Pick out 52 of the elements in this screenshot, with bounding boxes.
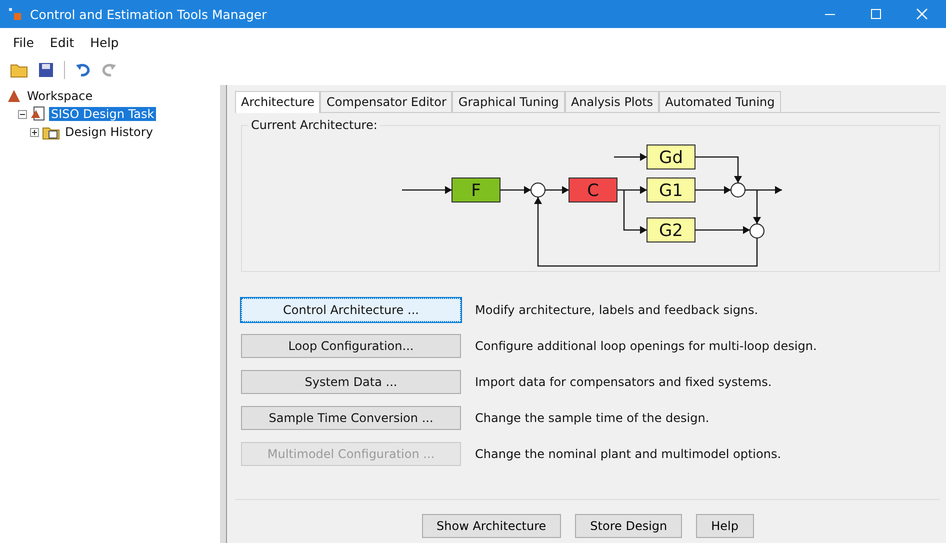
signal-arrow (545, 186, 569, 194)
save-icon[interactable] (38, 62, 54, 78)
menu-item[interactable]: File (12, 35, 35, 50)
menu-item[interactable]: Edit (48, 35, 76, 50)
signal-arrow (695, 226, 750, 234)
tree-item[interactable]: SISO Design Task (49, 107, 156, 121)
action-description: Configure additional loop openings for multi-loop design. (475, 339, 817, 353)
action-button[interactable]: Control Architecture ... (241, 298, 461, 322)
action-button[interactable]: Sample Time Conversion ... (241, 406, 461, 430)
tab[interactable]: Compensator Editor (320, 91, 452, 112)
action-description: Modify architecture, labels and feedback signs. (475, 303, 758, 317)
summing-junction (530, 182, 546, 198)
group-title: Current Architecture: (248, 118, 380, 132)
summing-junction (730, 182, 746, 198)
tab[interactable]: Automated Tuning (659, 91, 781, 112)
folder-icon (42, 124, 60, 140)
close-icon[interactable] (916, 8, 928, 20)
tree-item[interactable]: Design History (63, 125, 155, 139)
expand-icon[interactable] (30, 128, 39, 136)
transfer-block: G1 (646, 178, 696, 202)
transfer-block: F (452, 178, 500, 202)
app-icon (8, 7, 22, 21)
window-title: Control and Estimation Tools Manager (30, 6, 268, 22)
undo-icon[interactable] (75, 62, 91, 78)
collapse-icon[interactable] (18, 110, 27, 118)
action-description: Change the nominal plant and multimodel options. (475, 447, 782, 461)
transfer-block: Gd (646, 144, 696, 170)
transfer-block: C (568, 178, 618, 202)
summing-junction (750, 224, 764, 238)
tab[interactable]: Analysis Plots (564, 91, 660, 112)
action-description: Change the sample time of the design. (475, 411, 710, 425)
footer-button[interactable]: Store Design (575, 514, 682, 538)
document-icon (30, 106, 46, 122)
signal-arrow (695, 156, 742, 183)
signal-arrow (402, 186, 452, 194)
tab[interactable]: Graphical Tuning (452, 91, 565, 112)
footer-button[interactable]: Help (696, 514, 754, 538)
maximize-icon[interactable] (870, 8, 882, 20)
action-description: Import data for compensators and fixed systems. (475, 375, 772, 389)
menu-item[interactable]: Help (89, 35, 120, 50)
tree-item[interactable]: Workspace (25, 89, 95, 103)
signal-arrow (614, 153, 647, 161)
transfer-block: G2 (646, 218, 696, 242)
redo-icon[interactable] (101, 62, 117, 78)
action-button[interactable]: Loop Configuration... (241, 334, 461, 358)
tab[interactable]: Architecture (235, 91, 320, 113)
footer-button[interactable]: Show Architecture (422, 514, 562, 538)
signal-arrow (695, 186, 731, 194)
folder-icon[interactable] (10, 62, 28, 78)
action-button[interactable]: System Data ... (241, 370, 461, 394)
signal-arrow (500, 186, 531, 194)
triangle-icon (6, 89, 22, 103)
